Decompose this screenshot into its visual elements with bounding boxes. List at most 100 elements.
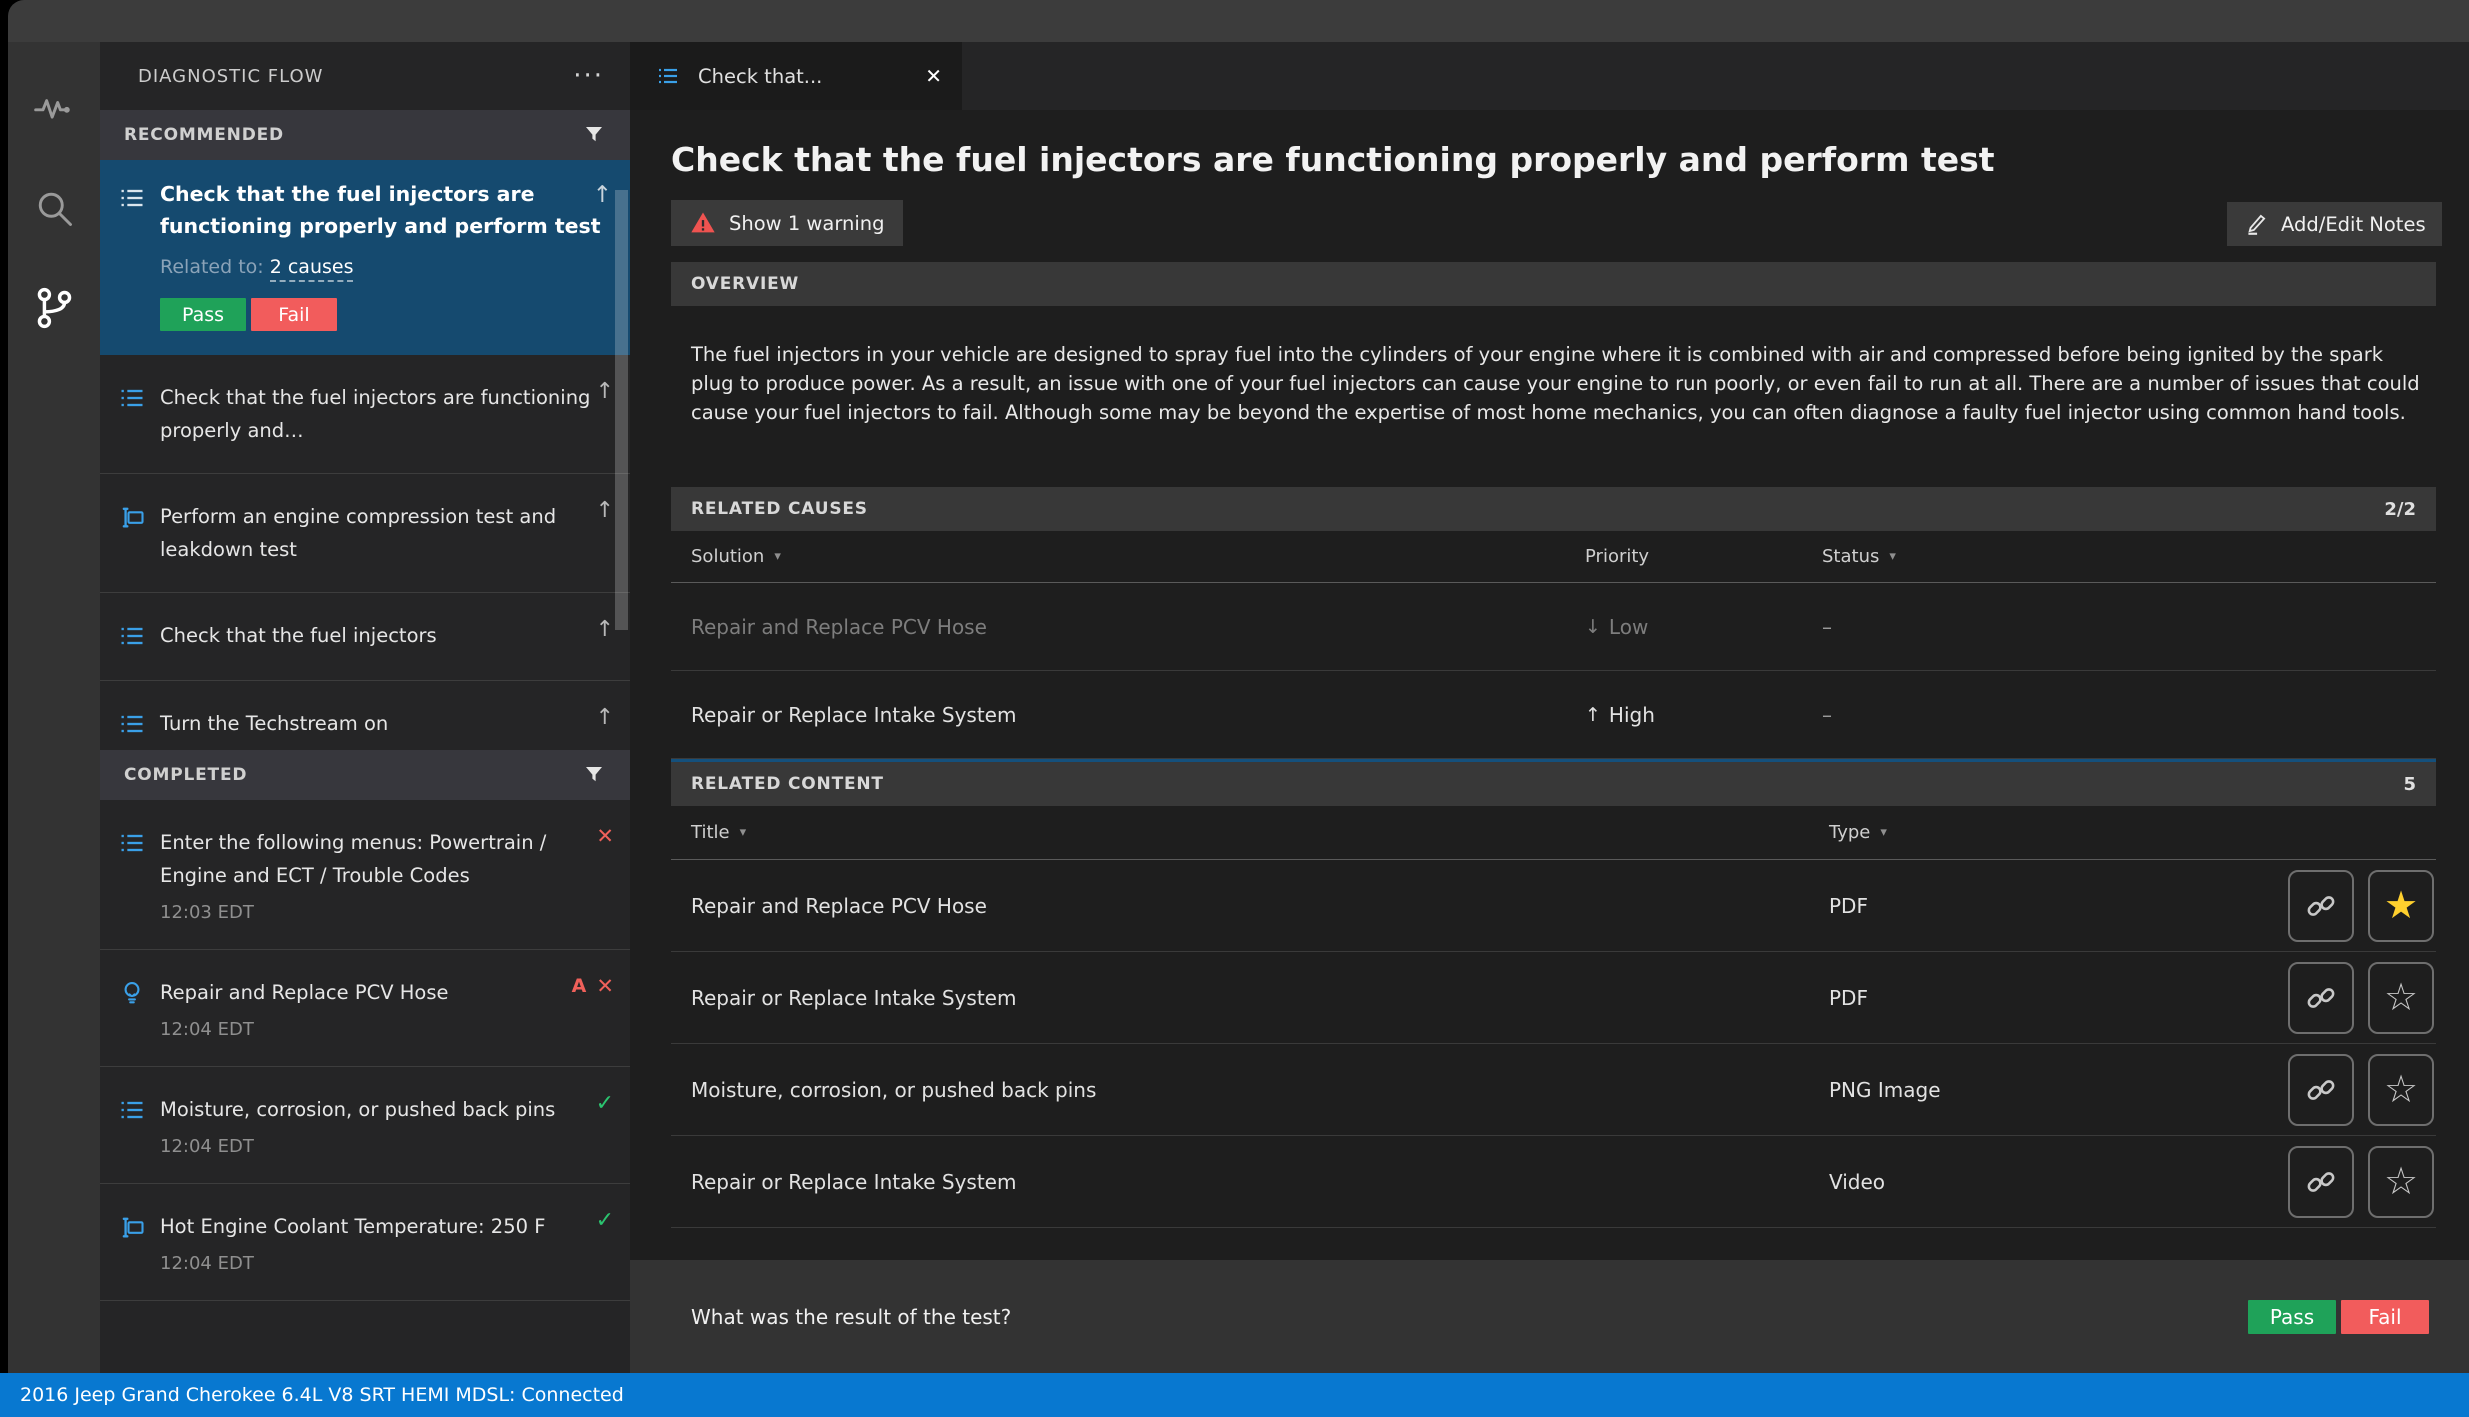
column-solution[interactable]: Solution ▾: [671, 546, 1585, 567]
fail-button[interactable]: Fail: [2341, 1300, 2429, 1334]
sidebar-diagnostic-flow: DIAGNOSTIC FLOW ··· RECOMMENDED: [100, 42, 630, 1373]
tab-label: Check that...: [698, 65, 925, 88]
pass-button[interactable]: Pass: [2248, 1300, 2336, 1334]
add-edit-notes-button[interactable]: Add/Edit Notes: [2227, 202, 2442, 246]
star-icon: ★: [2384, 887, 2418, 925]
app-window: DIAGNOSTIC FLOW ··· RECOMMENDED: [8, 0, 2469, 1373]
item-trailing: ↑: [596, 379, 614, 404]
sort-caret-icon: ▾: [774, 549, 781, 564]
promote-arrow-icon[interactable]: ↑: [593, 182, 612, 208]
related-content-count: 5: [2403, 774, 2416, 795]
promote-arrow-icon[interactable]: ↑: [596, 617, 614, 642]
related-causes-count: 2/2: [2384, 499, 2416, 520]
cause-priority: ↓ Low: [1585, 615, 1822, 639]
content-row[interactable]: Moisture, corrosion, or pushed back pins…: [671, 1044, 2436, 1136]
fail-button[interactable]: Fail: [251, 298, 337, 331]
checklist-icon: [118, 384, 146, 447]
link-button[interactable]: [2288, 1054, 2354, 1126]
star-icon: ☆: [2384, 1163, 2418, 1201]
filter-icon[interactable]: [582, 123, 606, 147]
more-actions-icon[interactable]: ···: [573, 71, 604, 81]
sidebar-header: DIAGNOSTIC FLOW ···: [100, 42, 630, 110]
star-icon: ☆: [2384, 979, 2418, 1017]
item-trailing: ✓: [596, 1091, 614, 1116]
link-button[interactable]: [2288, 1146, 2354, 1218]
item-trailing: ✕: [596, 824, 614, 848]
column-label: Priority: [1585, 546, 1649, 567]
favorite-button[interactable]: ☆: [2368, 1146, 2434, 1218]
sort-caret-icon: ▾: [740, 825, 747, 840]
sidebar-title: DIAGNOSTIC FLOW: [138, 66, 573, 87]
section-header-completed: COMPLETED: [100, 750, 630, 800]
column-priority[interactable]: Priority: [1585, 546, 1822, 567]
search-icon[interactable]: [28, 182, 80, 234]
item-trailing: ↑: [596, 617, 614, 642]
related-causes-header: RELATED CAUSES 2/2: [671, 487, 2436, 531]
content-type: PNG Image: [1829, 1078, 2288, 1102]
test-result-bar: What was the result of the test? Pass Fa…: [630, 1260, 2469, 1373]
sidebar-item-selected[interactable]: Check that the fuel injectors are functi…: [100, 160, 630, 355]
cause-priority: ↑ High: [1585, 703, 1822, 727]
lightbulb-icon: [118, 979, 146, 1040]
content-row[interactable]: Repair and Replace PCV Hose PDF ★: [671, 860, 2436, 952]
content-row[interactable]: Repair or Replace Intake System PDF ☆: [671, 952, 2436, 1044]
title-bar: [8, 0, 2469, 42]
favorite-button[interactable]: ★: [2368, 870, 2434, 942]
column-type[interactable]: Type ▾: [1829, 822, 2436, 843]
priority-up-icon: ↑: [1585, 704, 1601, 726]
pass-status-icon: ✓: [596, 1091, 614, 1116]
favorite-button[interactable]: ☆: [2368, 1054, 2434, 1126]
status-bar[interactable]: 2016 Jeep Grand Cherokee 6.4L V8 SRT HEM…: [0, 1373, 2469, 1417]
row-actions: ☆: [2288, 962, 2436, 1034]
content-type: PDF: [1829, 986, 2288, 1010]
promote-arrow-icon[interactable]: ↑: [596, 379, 614, 404]
item-body: Enter the following menus: Powertrain / …: [160, 826, 616, 923]
cause-row[interactable]: Repair or Replace Intake System ↑ High –: [671, 671, 2436, 759]
checklist-icon: [656, 64, 680, 88]
section-header-recommended: RECOMMENDED: [100, 110, 630, 160]
link-button[interactable]: [2288, 870, 2354, 942]
related-content-header: RELATED CONTENT 5: [671, 762, 2436, 806]
promote-arrow-icon[interactable]: ↑: [596, 498, 614, 523]
close-icon[interactable]: ✕: [925, 64, 942, 88]
column-status[interactable]: Status ▾: [1822, 546, 2436, 567]
checklist-icon: [118, 829, 146, 923]
activity-pulse-icon[interactable]: [28, 82, 80, 134]
sidebar-item[interactable]: Check that the fuel injectors are functi…: [100, 355, 630, 474]
sidebar-item[interactable]: Check that the fuel injectors ↑: [100, 593, 630, 681]
related-causes-label: RELATED CAUSES: [691, 499, 2384, 519]
sidebar-item-completed[interactable]: Hot Engine Coolant Temperature: 250 F 12…: [100, 1184, 630, 1301]
fail-status-icon: ✕: [596, 974, 614, 998]
cause-row[interactable]: Repair and Replace PCV Hose ↓ Low –: [671, 583, 2436, 671]
link-icon: [2304, 889, 2338, 923]
sidebar-item-completed[interactable]: Moisture, corrosion, or pushed back pins…: [100, 1067, 630, 1184]
sort-caret-icon: ▾: [1880, 825, 1887, 840]
row-actions: ★: [2288, 870, 2436, 942]
sidebar-item[interactable]: Perform an engine compression test and l…: [100, 474, 630, 593]
sidebar-scrollbar[interactable]: [615, 190, 628, 630]
favorite-button[interactable]: ☆: [2368, 962, 2434, 1034]
filter-icon[interactable]: [582, 763, 606, 787]
link-icon: [2304, 1073, 2338, 1107]
promote-arrow-icon[interactable]: ↑: [596, 705, 614, 730]
sidebar-item-completed[interactable]: Enter the following menus: Powertrain / …: [100, 800, 630, 950]
cause-solution: Repair or Replace Intake System: [671, 703, 1585, 727]
diagnostic-flow-icon[interactable]: [28, 282, 80, 334]
item-body: Moisture, corrosion, or pushed back pins…: [160, 1093, 616, 1157]
show-warning-button[interactable]: Show 1 warning: [671, 200, 903, 246]
link-button[interactable]: [2288, 962, 2354, 1034]
tab-check-that[interactable]: Check that... ✕: [630, 42, 962, 110]
causes-link[interactable]: 2 causes: [270, 256, 354, 282]
sidebar-item-completed[interactable]: Repair and Replace PCV Hose 12:04 EDT A …: [100, 950, 630, 1067]
item-body: Hot Engine Coolant Temperature: 250 F 12…: [160, 1210, 616, 1274]
item-title: Check that the fuel injectors: [160, 619, 612, 652]
test-result-actions: Pass Fail: [2248, 1300, 2429, 1334]
priority-down-icon: ↓: [1585, 616, 1601, 638]
column-title[interactable]: Title ▾: [671, 822, 1829, 843]
content-row[interactable]: Repair or Replace Intake System Video ☆: [671, 1136, 2436, 1228]
notes-label: Add/Edit Notes: [2281, 213, 2426, 236]
content-title: Repair and Replace PCV Hose: [671, 894, 1829, 918]
content-title: Repair or Replace Intake System: [671, 1170, 1829, 1194]
sort-caret-icon: ▾: [1889, 549, 1896, 564]
pass-button[interactable]: Pass: [160, 298, 246, 331]
